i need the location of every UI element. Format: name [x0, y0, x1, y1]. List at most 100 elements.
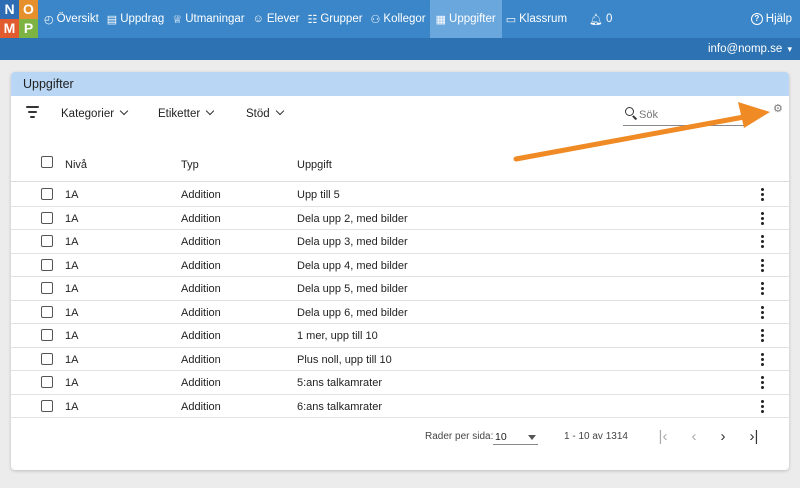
cell-task: 5:ans talkamrater — [297, 377, 382, 389]
last-page-button[interactable]: ›| — [745, 428, 763, 446]
nav-item-översikt[interactable]: ◴ Översikt — [40, 0, 103, 38]
row-checkbox[interactable] — [41, 329, 53, 341]
column-header-type[interactable]: Typ — [181, 159, 199, 171]
select-all-checkbox[interactable] — [41, 156, 53, 168]
more-vert-icon[interactable] — [761, 282, 765, 297]
nav-item-label: Uppgifter — [449, 13, 496, 25]
table-row[interactable]: 1A Addition Dela upp 5, med bilder — [11, 277, 789, 301]
row-checkbox[interactable] — [41, 305, 53, 318]
tags-dropdown[interactable]: Etiketter — [158, 96, 215, 132]
chevron-down-icon — [119, 106, 129, 116]
table-row[interactable]: 1A Addition 1 mer, upp till 10 — [11, 324, 789, 348]
table-row[interactable]: 1A Addition Dela upp 6, med bilder — [11, 301, 789, 324]
cell-type: Addition — [181, 377, 221, 389]
account-menu[interactable]: info@nomp.se ▾ — [708, 38, 792, 60]
column-header-level[interactable]: Nivå — [65, 159, 87, 171]
row-checkbox[interactable] — [41, 188, 53, 200]
nav-item-label: Översikt — [56, 13, 99, 25]
more-vert-icon[interactable] — [761, 376, 765, 391]
cell-type: Addition — [181, 400, 221, 413]
row-checkbox[interactable] — [41, 211, 53, 224]
logo-letter-o: O — [19, 0, 38, 19]
column-header-task[interactable]: Uppgift — [297, 159, 332, 171]
support-dropdown[interactable]: Stöd — [246, 96, 284, 132]
tags-dropdown-label: Etiketter — [158, 108, 201, 120]
row-checkbox[interactable] — [41, 282, 53, 294]
table-row[interactable]: 1A Addition Dela upp 2, med bilder — [11, 207, 789, 230]
cell-level: 1A — [65, 236, 79, 248]
nav-item-uppdrag[interactable]: ▤ Uppdrag — [103, 0, 169, 38]
cell-task: Plus noll, upp till 10 — [297, 353, 392, 366]
filter-icon[interactable] — [25, 106, 39, 120]
nav-item-uppgifter[interactable]: ▦ Uppgifter — [429, 0, 502, 38]
nav-item-notifications[interactable]: 🔔︎ 0 — [585, 0, 616, 38]
column-settings-gear-icon[interactable]: ⚙ — [773, 102, 783, 115]
search-field — [623, 104, 747, 126]
more-vert-icon[interactable] — [761, 258, 765, 274]
dashboard-icon: ◴ — [44, 13, 54, 26]
table-row[interactable]: 1A Addition Upp till 5 — [11, 183, 789, 207]
cell-level: 1A — [65, 189, 79, 201]
cell-task: Upp till 5 — [297, 189, 340, 201]
table-header: Nivå Typ Uppgift — [11, 148, 789, 182]
nav-item-label: 0 — [606, 13, 613, 25]
nav-item-elever[interactable]: ☺ Elever — [249, 0, 304, 38]
nav-item-label: Kollegor — [383, 13, 426, 25]
cell-type: Addition — [181, 259, 221, 272]
page-range-text: 1 - 10 av 1314 — [564, 431, 628, 442]
pagination-footer: Rader per sida: 10 1 - 10 av 1314 |‹ ‹ ›… — [11, 422, 789, 452]
rows-per-page-select[interactable]: 10 — [493, 429, 538, 445]
help-link[interactable]: ? Hjälp — [750, 0, 792, 38]
cell-level: 1A — [65, 212, 79, 225]
more-vert-icon[interactable] — [761, 399, 765, 415]
question-circle-icon: ? — [750, 13, 763, 25]
first-page-button[interactable]: |‹ — [654, 428, 672, 446]
more-vert-icon[interactable] — [761, 235, 765, 250]
nav-item-label: Grupper — [320, 13, 363, 25]
row-checkbox[interactable] — [41, 352, 53, 365]
card-header: Uppgifter — [11, 72, 789, 96]
cell-type: Addition — [181, 353, 221, 366]
row-checkbox[interactable] — [41, 258, 53, 271]
next-page-button[interactable]: › — [714, 428, 732, 446]
table-row[interactable]: 1A Addition Dela upp 3, med bilder — [11, 230, 789, 254]
more-vert-icon[interactable] — [761, 188, 765, 203]
cell-task: Dela upp 5, med bilder — [297, 283, 408, 295]
table-row[interactable]: 1A Addition 6:ans talkamrater — [11, 395, 789, 418]
cell-level: 1A — [65, 353, 79, 366]
search-input[interactable] — [639, 106, 743, 124]
nav-item-label: Elever — [266, 13, 300, 25]
table-row[interactable]: 1A Addition 5:ans talkamrater — [11, 371, 789, 395]
cell-type: Addition — [181, 189, 221, 201]
nav-item-kollegor[interactable]: ⚇ Kollegor — [367, 0, 430, 38]
row-checkbox[interactable] — [41, 376, 53, 388]
more-vert-icon[interactable] — [761, 329, 765, 344]
logo-letter-n: N — [0, 0, 19, 19]
more-vert-icon[interactable] — [761, 211, 765, 227]
row-checkbox[interactable] — [41, 235, 53, 247]
category-dropdown[interactable]: Kategorier — [61, 96, 129, 132]
cell-type: Addition — [181, 283, 221, 295]
top-nav-bar: NOMP ◴ Översikt ▤ Uppdrag ♕ Utmaningar ☺ Elever… — [0, 0, 800, 38]
table-row[interactable]: 1A Addition Plus noll, upp till 10 — [11, 348, 789, 371]
book-icon: ▤ — [106, 13, 118, 26]
nomp-logo[interactable]: NOMP — [0, 0, 38, 38]
cell-level: 1A — [65, 306, 79, 319]
row-checkbox[interactable] — [41, 399, 53, 412]
cell-level: 1A — [65, 330, 79, 342]
tasks-card: Uppgifter Kategorier Etiketter Stöd ⚙ Ni… — [11, 72, 789, 470]
more-vert-icon[interactable] — [761, 352, 765, 368]
help-label: Hjälp — [765, 13, 792, 25]
caret-down-icon: ▾ — [787, 44, 792, 54]
nav-item-utmaningar[interactable]: ♕ Utmaningar — [168, 0, 248, 38]
previous-page-button[interactable]: ‹ — [685, 428, 703, 446]
chevron-down-icon — [205, 106, 215, 116]
main-nav: ◴ Översikt ▤ Uppdrag ♕ Utmaningar ☺ Elever ☷ Grup… — [40, 0, 616, 38]
nav-item-klassrum[interactable]: ▭ Klassrum — [502, 0, 571, 38]
more-vert-icon[interactable] — [761, 305, 765, 321]
table-row[interactable]: 1A Addition Dela upp 4, med bilder — [11, 254, 789, 277]
logo-letter-m: M — [0, 19, 19, 38]
cell-level: 1A — [65, 400, 79, 413]
cell-task: 1 mer, upp till 10 — [297, 330, 378, 342]
nav-item-grupper[interactable]: ☷ Grupper — [303, 0, 366, 38]
